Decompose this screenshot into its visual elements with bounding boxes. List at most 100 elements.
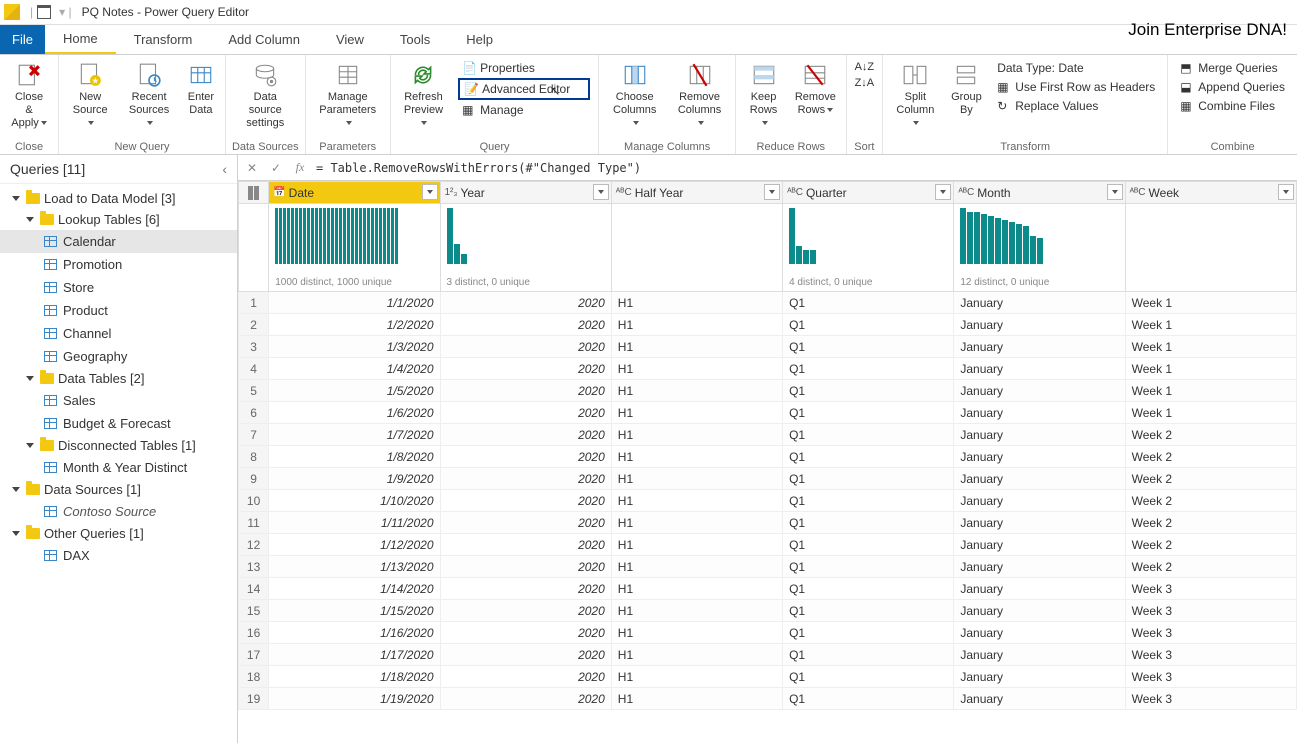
tab-file[interactable]: File <box>0 25 45 54</box>
cell[interactable]: H1 <box>611 468 782 490</box>
cell[interactable]: January <box>954 358 1125 380</box>
cell[interactable]: Q1 <box>783 424 954 446</box>
cell[interactable]: Week 3 <box>1125 644 1296 666</box>
table-row[interactable]: 11/1/20202020H1Q1JanuaryWeek 1 <box>239 292 1297 314</box>
cell[interactable]: 1/16/2020 <box>269 622 440 644</box>
cell[interactable]: 1/17/2020 <box>269 644 440 666</box>
table-row[interactable]: 151/15/20202020H1Q1JanuaryWeek 3 <box>239 600 1297 622</box>
table-row[interactable]: 71/7/20202020H1Q1JanuaryWeek 2 <box>239 424 1297 446</box>
column-header-year[interactable]: 1²₃Year <box>440 182 611 204</box>
cancel-formula-icon[interactable]: ✕ <box>244 160 260 176</box>
cell[interactable]: 1/5/2020 <box>269 380 440 402</box>
cell[interactable]: Q1 <box>783 292 954 314</box>
cell[interactable]: Q1 <box>783 578 954 600</box>
cell[interactable]: H1 <box>611 490 782 512</box>
keep-rows-button[interactable]: Keep Rows <box>740 57 787 135</box>
query-group[interactable]: Other Queries [1] <box>0 523 237 544</box>
tab-home[interactable]: Home <box>45 25 116 54</box>
query-item[interactable]: Promotion <box>0 253 237 276</box>
enter-data-button[interactable]: Enter Data <box>181 57 221 121</box>
cell[interactable]: Week 3 <box>1125 622 1296 644</box>
cell[interactable]: 1/14/2020 <box>269 578 440 600</box>
tab-view[interactable]: View <box>318 25 382 54</box>
cell[interactable]: H1 <box>611 622 782 644</box>
cell[interactable]: 2020 <box>440 600 611 622</box>
column-header-date[interactable]: 📅Date <box>269 182 440 204</box>
join-enterprise-cta[interactable]: Join Enterprise DNA! <box>1128 20 1287 40</box>
select-all-corner[interactable] <box>239 182 269 204</box>
cell[interactable]: Week 1 <box>1125 292 1296 314</box>
sort-desc-button[interactable]: Z↓A <box>855 77 875 89</box>
formula-text[interactable]: = Table.RemoveRowsWithErrors(#"Changed T… <box>316 161 1291 175</box>
cell[interactable]: 1/1/2020 <box>269 292 440 314</box>
filter-icon[interactable] <box>935 184 951 200</box>
cell[interactable]: Q1 <box>783 380 954 402</box>
cell[interactable]: January <box>954 490 1125 512</box>
cell[interactable]: H1 <box>611 292 782 314</box>
cell[interactable]: 2020 <box>440 688 611 710</box>
cell[interactable]: 2020 <box>440 336 611 358</box>
data-grid[interactable]: 📅Date1²₃YearᴬᴮCHalf YearᴬᴮCQuarterᴬᴮCMon… <box>238 181 1297 743</box>
cell[interactable]: Q1 <box>783 512 954 534</box>
query-item[interactable]: Product <box>0 299 237 322</box>
tab-help[interactable]: Help <box>448 25 511 54</box>
table-row[interactable]: 171/17/20202020H1Q1JanuaryWeek 3 <box>239 644 1297 666</box>
query-item[interactable]: Contoso Source <box>0 500 237 523</box>
query-group[interactable]: Data Sources [1] <box>0 479 237 500</box>
cell[interactable]: 1/12/2020 <box>269 534 440 556</box>
cell[interactable]: 2020 <box>440 358 611 380</box>
refresh-preview-button[interactable]: Refresh Preview <box>395 57 452 135</box>
cell[interactable]: January <box>954 556 1125 578</box>
cell[interactable]: 2020 <box>440 380 611 402</box>
table-row[interactable]: 91/9/20202020H1Q1JanuaryWeek 2 <box>239 468 1297 490</box>
cell[interactable]: January <box>954 468 1125 490</box>
table-row[interactable]: 61/6/20202020H1Q1JanuaryWeek 1 <box>239 402 1297 424</box>
cell[interactable]: H1 <box>611 402 782 424</box>
cell[interactable]: 1/3/2020 <box>269 336 440 358</box>
cell[interactable]: H1 <box>611 578 782 600</box>
cell[interactable]: Q1 <box>783 358 954 380</box>
cell[interactable]: Week 2 <box>1125 556 1296 578</box>
cell[interactable]: January <box>954 512 1125 534</box>
cell[interactable]: 2020 <box>440 578 611 600</box>
cell[interactable]: 2020 <box>440 512 611 534</box>
cell[interactable]: Week 3 <box>1125 688 1296 710</box>
cell[interactable]: H1 <box>611 534 782 556</box>
column-header-week[interactable]: ᴬᴮCWeek <box>1125 182 1296 204</box>
filter-icon[interactable] <box>1278 184 1294 200</box>
cell[interactable]: Q1 <box>783 490 954 512</box>
remove-columns-button[interactable]: Remove Columns <box>668 57 731 135</box>
accept-formula-icon[interactable]: ✓ <box>268 160 284 176</box>
cell[interactable]: Q1 <box>783 622 954 644</box>
cell[interactable]: H1 <box>611 336 782 358</box>
cell[interactable]: 2020 <box>440 292 611 314</box>
replace-values-button[interactable]: ↻Replace Values <box>993 97 1159 115</box>
sort-asc-button[interactable]: A↓Z <box>855 61 875 73</box>
tab-add-column[interactable]: Add Column <box>210 25 318 54</box>
query-item[interactable]: Geography <box>0 345 237 368</box>
choose-columns-button[interactable]: Choose Columns <box>603 57 666 135</box>
cell[interactable]: Week 2 <box>1125 512 1296 534</box>
cell[interactable]: H1 <box>611 666 782 688</box>
cell[interactable]: Q1 <box>783 600 954 622</box>
cell[interactable]: H1 <box>611 358 782 380</box>
cell[interactable]: 2020 <box>440 644 611 666</box>
cell[interactable]: January <box>954 578 1125 600</box>
remove-rows-button[interactable]: Remove Rows <box>789 57 841 121</box>
cell[interactable]: January <box>954 402 1125 424</box>
cell[interactable]: 1/9/2020 <box>269 468 440 490</box>
collapse-icon[interactable]: ‹ <box>222 161 227 177</box>
table-row[interactable]: 31/3/20202020H1Q1JanuaryWeek 1 <box>239 336 1297 358</box>
table-row[interactable]: 131/13/20202020H1Q1JanuaryWeek 2 <box>239 556 1297 578</box>
properties-button[interactable]: 📄Properties <box>458 59 590 77</box>
cell[interactable]: 1/18/2020 <box>269 666 440 688</box>
cell[interactable]: 2020 <box>440 490 611 512</box>
cell[interactable]: 1/4/2020 <box>269 358 440 380</box>
query-item[interactable]: DAX <box>0 544 237 567</box>
cell[interactable]: Week 1 <box>1125 402 1296 424</box>
fx-icon[interactable]: fx <box>292 160 308 176</box>
cell[interactable]: Q1 <box>783 336 954 358</box>
query-group[interactable]: Disconnected Tables [1] <box>0 435 237 456</box>
cell[interactable]: Q1 <box>783 534 954 556</box>
table-row[interactable]: 181/18/20202020H1Q1JanuaryWeek 3 <box>239 666 1297 688</box>
